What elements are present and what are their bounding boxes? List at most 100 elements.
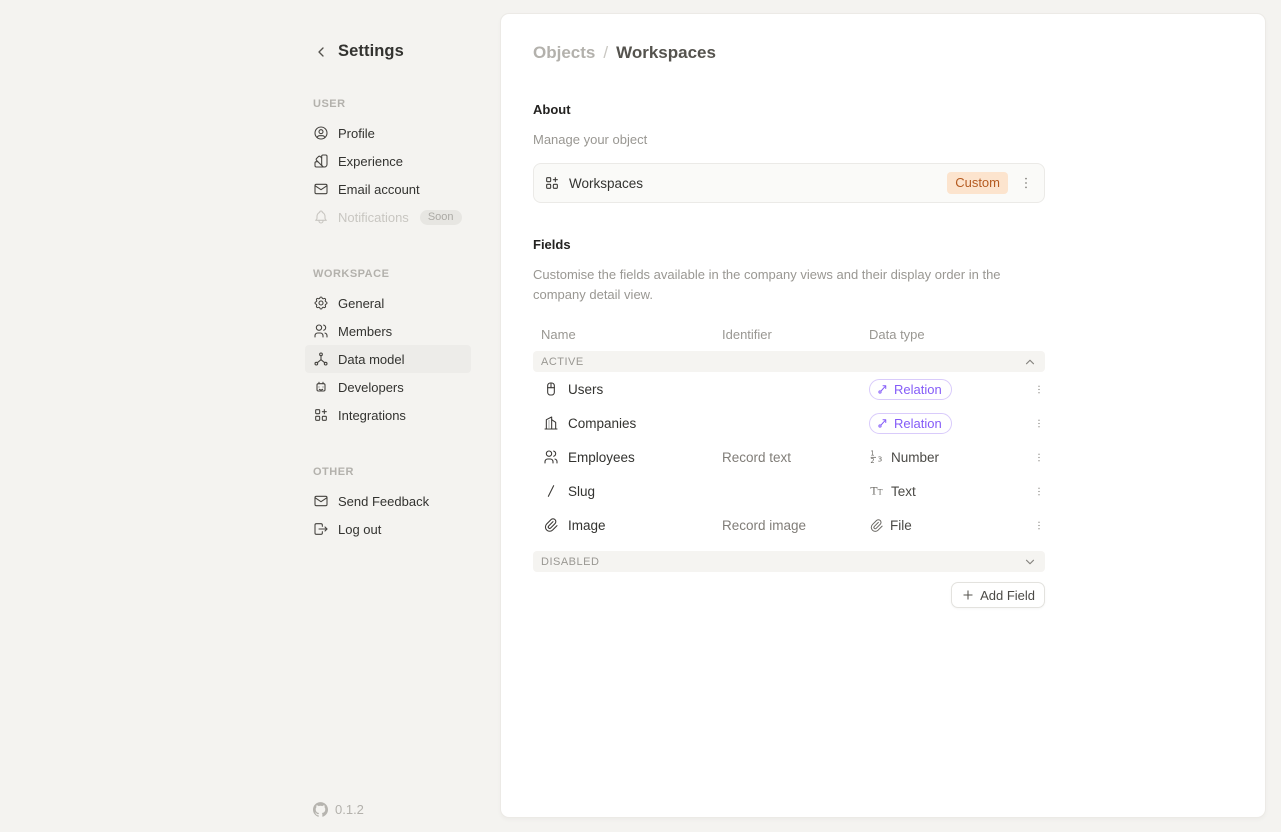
- section-label: USER: [305, 98, 471, 110]
- add-field-button[interactable]: Add Field: [951, 582, 1045, 608]
- table-row: Employees Record text 123 Number: [533, 440, 1045, 474]
- sidebar-item-label: General: [338, 296, 384, 311]
- field-name: Employees: [568, 450, 635, 465]
- apps-icon: [313, 407, 329, 423]
- sidebar-item-log-out[interactable]: Log out: [305, 515, 471, 543]
- slash-icon: [543, 483, 559, 499]
- field-name-cell: Companies: [533, 415, 722, 431]
- users-icon: [313, 323, 329, 339]
- numbers-icon: 123: [869, 449, 885, 465]
- object-menu-button[interactable]: [1018, 175, 1034, 191]
- field-type-cell: TT Text: [869, 483, 1023, 499]
- group-label: DISABLED: [541, 556, 599, 568]
- relation-badge[interactable]: Relation: [869, 379, 952, 400]
- sidebar-item-label: Notifications: [338, 210, 409, 225]
- sidebar-item-data-model[interactable]: Data model: [305, 345, 471, 373]
- sidebar-item-experience[interactable]: Experience: [305, 147, 471, 175]
- settings-sidebar: Settings USER Profile Experience Emai: [0, 0, 500, 832]
- column-header-identifier: Identifier: [722, 327, 869, 342]
- sidebar-item-label: Integrations: [338, 408, 406, 423]
- app-version: 0.1.2: [313, 802, 364, 817]
- mouse-icon: [543, 381, 559, 397]
- nav-section-workspace: WORKSPACE General Members Data model: [305, 268, 471, 429]
- soon-badge: Soon: [420, 210, 462, 225]
- column-header-data-type: Data type: [869, 327, 1023, 342]
- field-name-cell: Employees: [533, 449, 722, 465]
- group-label: ACTIVE: [541, 356, 584, 368]
- sidebar-item-label: Email account: [338, 182, 420, 197]
- chevron-down-icon[interactable]: [1023, 555, 1037, 569]
- nav-section-user: USER Profile Experience Email account: [305, 98, 471, 231]
- about-heading: About: [533, 102, 1045, 117]
- sidebar-item-send-feedback[interactable]: Send Feedback: [305, 487, 471, 515]
- settings-header: Settings: [305, 42, 471, 61]
- sidebar-item-email-account[interactable]: Email account: [305, 175, 471, 203]
- sidebar-item-general[interactable]: General: [305, 289, 471, 317]
- relation-badge[interactable]: Relation: [869, 413, 952, 434]
- sidebar-item-members[interactable]: Members: [305, 317, 471, 345]
- svg-text:3: 3: [878, 455, 883, 464]
- row-menu-button[interactable]: [1033, 484, 1045, 499]
- field-type-cell: Relation: [869, 379, 1023, 400]
- breadcrumb-objects[interactable]: Objects: [533, 43, 595, 63]
- add-field-row: Add Field: [533, 582, 1045, 608]
- relation-icon: [877, 383, 889, 395]
- row-menu-button[interactable]: [1033, 450, 1045, 465]
- version-number: 0.1.2: [335, 802, 364, 817]
- mail-icon: [313, 181, 329, 197]
- field-name: Slug: [568, 484, 595, 499]
- table-row: Image Record image File: [533, 508, 1045, 542]
- breadcrumb-current: Workspaces: [616, 43, 716, 63]
- settings-title: Settings: [338, 42, 404, 61]
- paperclip-icon: [869, 518, 884, 533]
- svg-text:T: T: [878, 487, 883, 496]
- field-name-cell: Users: [533, 381, 722, 397]
- table-row: Users Relation: [533, 372, 1045, 406]
- field-type-label: Text: [891, 484, 916, 499]
- svg-text:2: 2: [870, 457, 874, 465]
- row-menu-button[interactable]: [1033, 518, 1045, 533]
- breadcrumb: Objects / Workspaces: [533, 43, 1045, 63]
- column-header-name: Name: [533, 327, 722, 342]
- sidebar-item-label: Send Feedback: [338, 494, 429, 509]
- about-subtitle: Manage your object: [533, 130, 1039, 150]
- section-label: OTHER: [305, 466, 471, 478]
- row-menu-button[interactable]: [1033, 382, 1045, 397]
- group-bar-active[interactable]: ACTIVE: [533, 351, 1045, 372]
- sidebar-item-profile[interactable]: Profile: [305, 119, 471, 147]
- sidebar-item-label: Profile: [338, 126, 375, 141]
- svg-text:T: T: [870, 484, 877, 497]
- relation-icon: [877, 417, 889, 429]
- fields-heading: Fields: [533, 237, 1045, 252]
- gear-icon: [313, 295, 329, 311]
- field-name: Companies: [568, 416, 636, 431]
- field-type-label: File: [890, 518, 912, 533]
- sidebar-item-integrations[interactable]: Integrations: [305, 401, 471, 429]
- field-type-label: Relation: [894, 382, 942, 397]
- field-type-label: Number: [891, 450, 939, 465]
- object-name: Workspaces: [569, 176, 947, 191]
- sidebar-item-developers[interactable]: Developers: [305, 373, 471, 401]
- row-menu-button[interactable]: [1033, 416, 1045, 431]
- table-header-row: Name Identifier Data type: [533, 320, 1045, 348]
- add-field-label: Add Field: [980, 588, 1035, 603]
- back-chevron-icon[interactable]: [313, 44, 329, 60]
- sidebar-item-label: Developers: [338, 380, 404, 395]
- mail-icon: [313, 493, 329, 509]
- table-row: Slug TT Text: [533, 474, 1045, 508]
- apps-icon: [544, 175, 560, 191]
- field-name: Image: [568, 518, 606, 533]
- field-type-label: Relation: [894, 416, 942, 431]
- field-type-cell: File: [869, 518, 1023, 533]
- fields-table: Name Identifier Data type ACTIVE Users: [533, 320, 1045, 608]
- field-identifier: Record text: [722, 450, 869, 465]
- sidebar-item-label: Members: [338, 324, 392, 339]
- bell-icon: [313, 209, 329, 225]
- group-bar-disabled[interactable]: DISABLED: [533, 551, 1045, 572]
- field-name: Users: [568, 382, 603, 397]
- chevron-up-icon[interactable]: [1023, 355, 1037, 369]
- user-circle-icon: [313, 125, 329, 141]
- field-identifier: Record image: [722, 518, 869, 533]
- field-type-cell: 123 Number: [869, 449, 1023, 465]
- sidebar-item-label: Data model: [338, 352, 404, 367]
